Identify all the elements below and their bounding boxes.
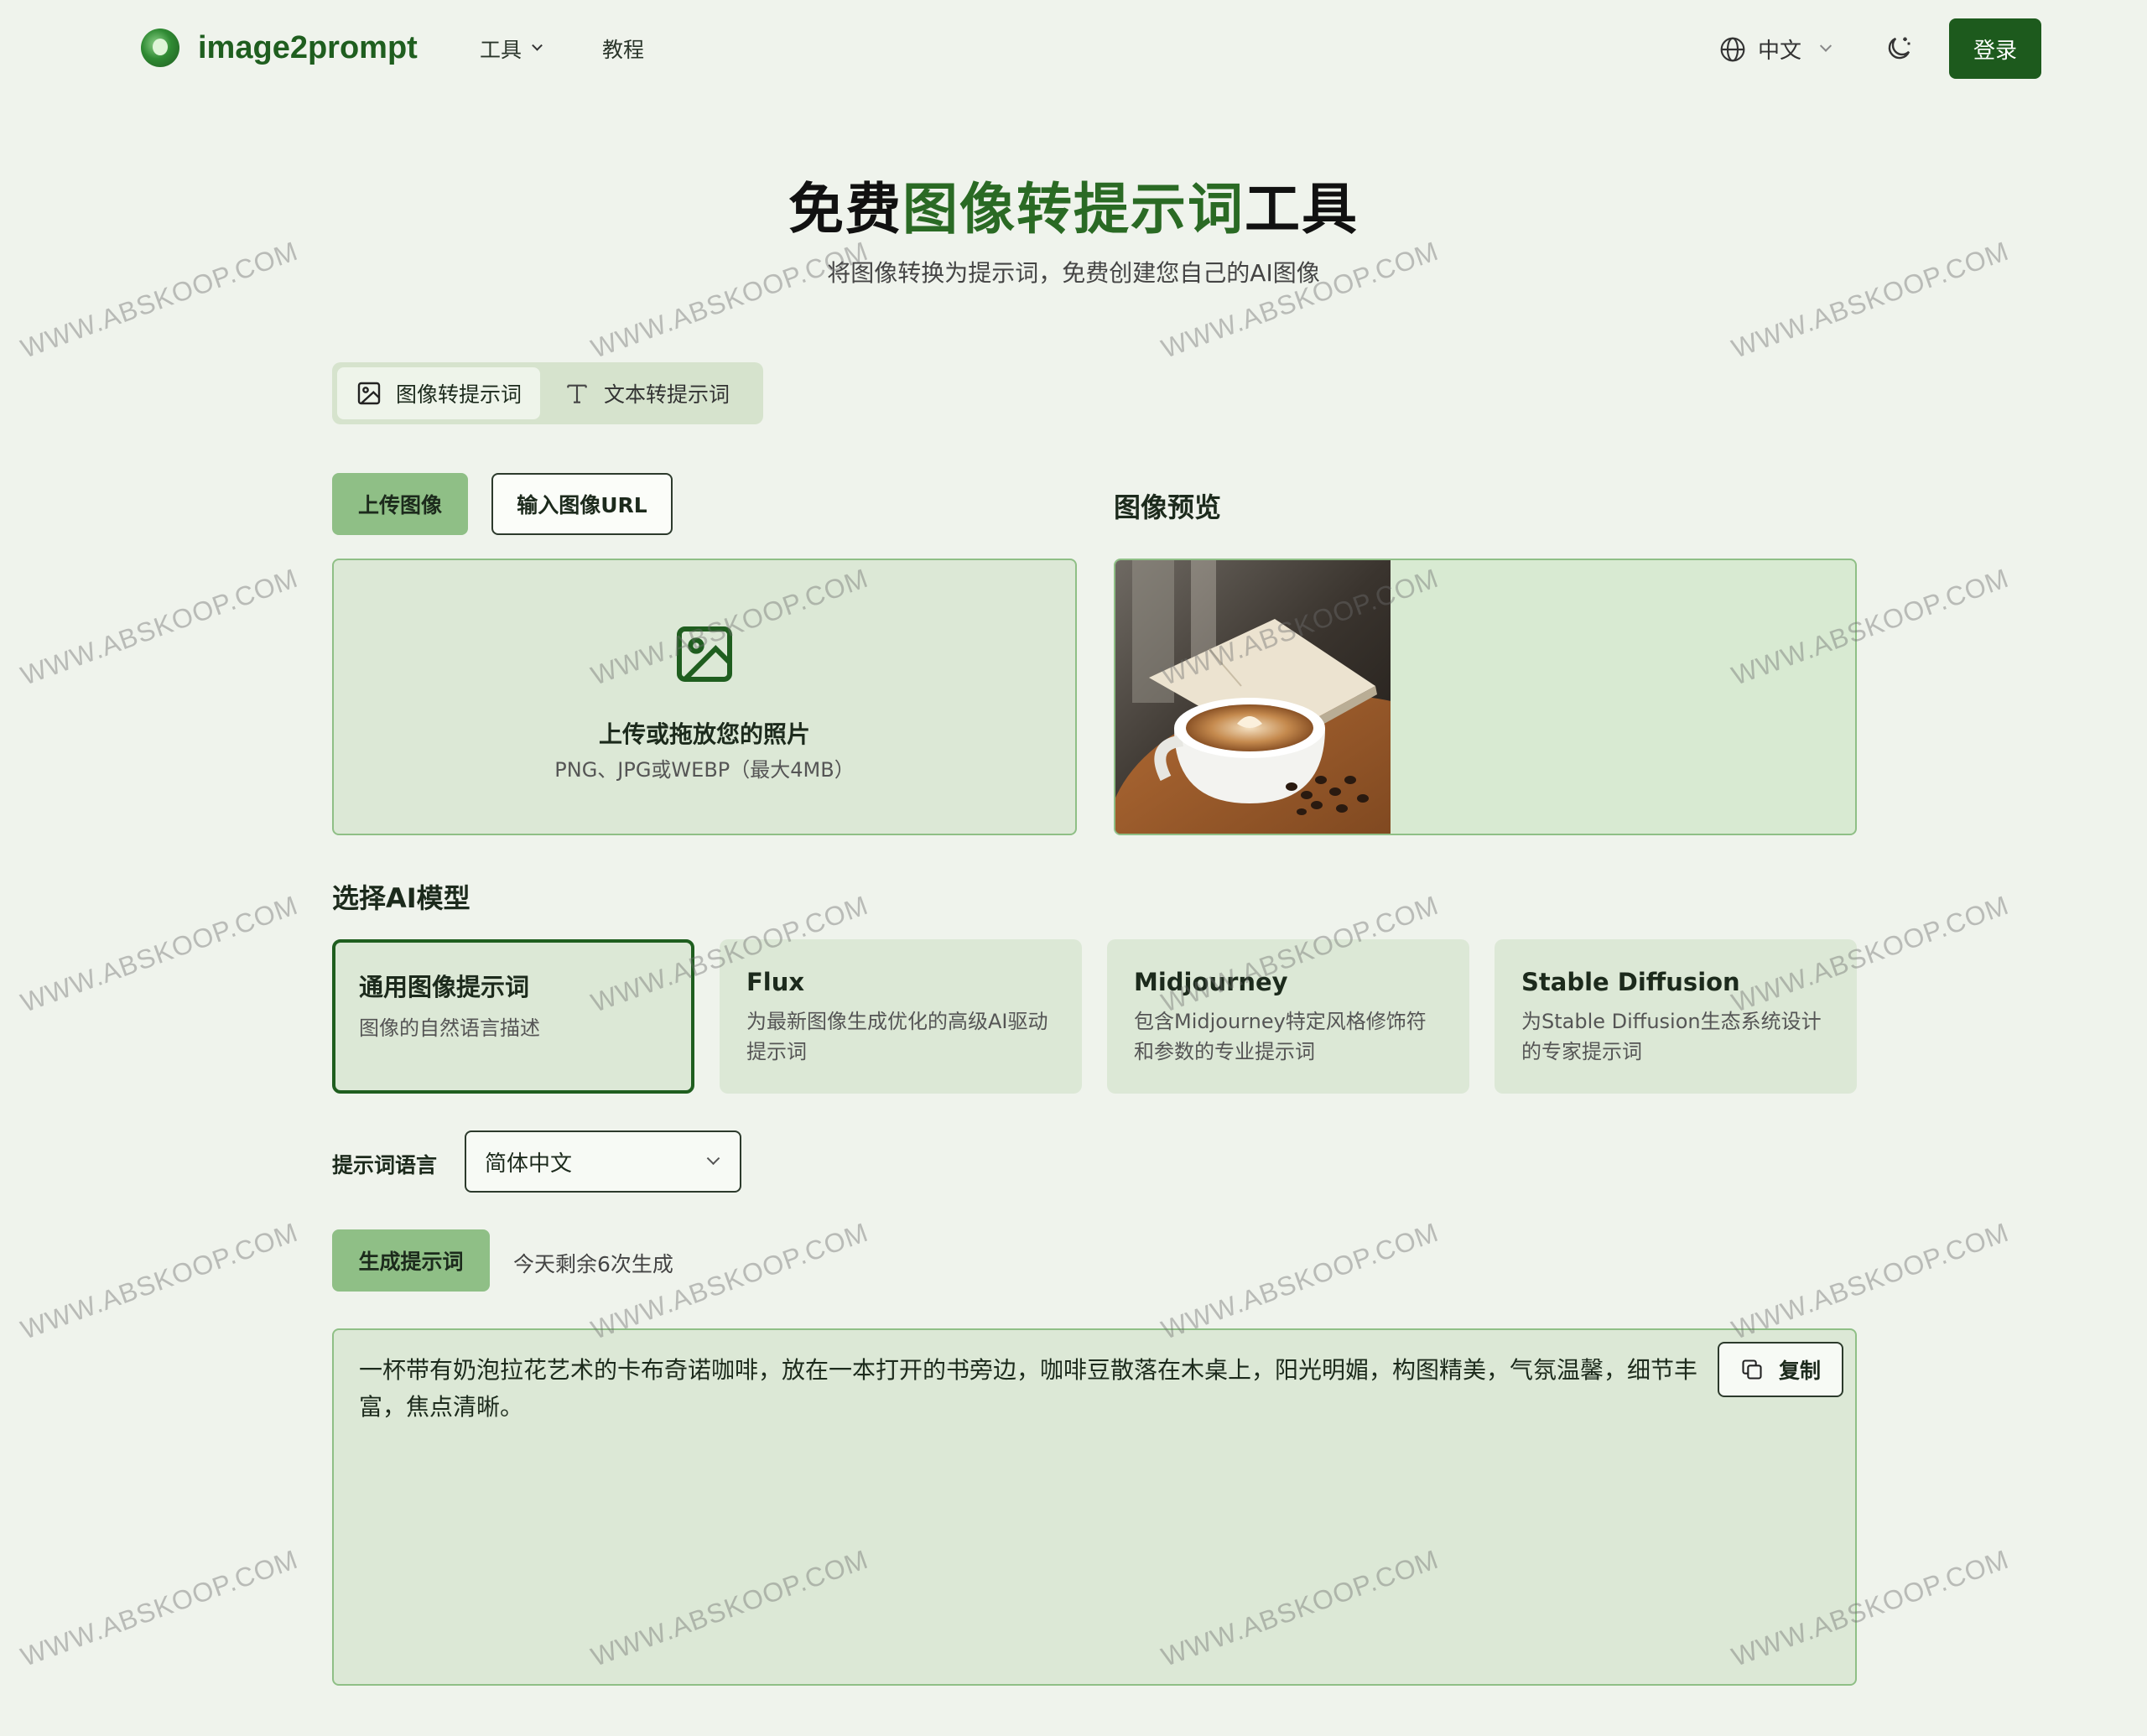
page-title: 免费图像转提示词工具 <box>0 164 2147 245</box>
chevron-down-icon <box>532 39 543 51</box>
preview-image <box>1115 560 1391 834</box>
image-upload-icon <box>677 626 732 682</box>
mode-tabs: 图像转提示词 文本转提示词 <box>332 362 763 424</box>
dropzone-title: 上传或拖放您的照片 <box>598 720 810 748</box>
tab-text-to-prompt[interactable]: 文本转提示词 <box>545 367 748 419</box>
watermark: WWW.ABSKOOP.COM <box>17 1216 302 1345</box>
prompt-language-label: 提示词语言 <box>332 1153 438 1177</box>
watermark: WWW.ABSKOOP.COM <box>587 1216 872 1345</box>
generate-prompt-button[interactable]: 生成提示词 <box>332 1229 490 1292</box>
dropzone-subtitle: PNG、JPG或WEBP（最大4MB） <box>554 758 855 782</box>
remaining-count: 今天剩余6次生成 <box>513 1252 673 1276</box>
model-card-title: Flux <box>746 968 805 996</box>
prompt-language-value: 简体中文 <box>485 1151 573 1177</box>
model-card-desc: 图像的自然语言描述 <box>359 1016 540 1040</box>
upload-dropzone[interactable]: 上传或拖放您的照片 PNG、JPG或WEBP（最大4MB） <box>332 559 1077 835</box>
watermark: WWW.ABSKOOP.COM <box>17 1543 302 1672</box>
upload-image-button[interactable]: 上传图像 <box>332 473 468 535</box>
model-card-flux[interactable]: Flux 为最新图像生成优化的高级AI驱动提示词 <box>720 939 1082 1094</box>
model-card-desc: 为最新图像生成优化的高级AI驱动提示词 <box>746 1010 1048 1063</box>
logo-icon <box>141 29 179 67</box>
model-card-title: Stable Diffusion <box>1521 968 1740 996</box>
title-prefix: 免费 <box>788 177 902 242</box>
copy-label: 复制 <box>1778 1359 1821 1383</box>
text-icon <box>567 384 587 403</box>
copy-icon <box>1742 1359 1762 1380</box>
page-subtitle: 将图像转换为提示词，免费创建您自己的AI图像 <box>827 259 1320 287</box>
preview-title: 图像预览 <box>1114 491 1222 523</box>
model-card-desc: 包含Midjourney特定风格修饰符和参数的专业提示词 <box>1134 1010 1427 1063</box>
model-card-stable-diffusion[interactable]: Stable Diffusion 为Stable Diffusion生态系统设计… <box>1495 939 1857 1094</box>
prompt-language-select[interactable]: 简体中文 <box>465 1130 741 1193</box>
login-button[interactable]: 登录 <box>1949 18 2041 79</box>
model-card-midjourney[interactable]: Midjourney 包含Midjourney特定风格修饰符和参数的专业提示词 <box>1107 939 1469 1094</box>
top-nav: image2prompt 工具 教程 中文 登录 <box>0 0 2147 97</box>
prompt-output[interactable]: 一杯带有奶泡拉花艺术的卡布奇诺咖啡，放在一本打开的书旁边，咖啡豆散落在木桌上，阳… <box>332 1328 1857 1686</box>
nav-tutorial-link[interactable]: 教程 <box>602 34 644 64</box>
language-label: 中文 <box>1758 39 1802 64</box>
tab-image-to-prompt[interactable]: 图像转提示词 <box>337 367 541 419</box>
watermark: WWW.ABSKOOP.COM <box>17 889 302 1018</box>
model-section-title: 选择AI模型 <box>332 882 470 914</box>
watermark: WWW.ABSKOOP.COM <box>1728 1216 2013 1345</box>
brand-name: image2prompt <box>198 29 418 65</box>
nav-tools-menu[interactable]: 工具 <box>480 34 543 64</box>
chevron-down-icon <box>1819 39 1832 52</box>
model-card-title: Midjourney <box>1134 968 1288 996</box>
model-card-title: 通用图像提示词 <box>359 973 530 1001</box>
title-suffix: 工具 <box>1245 177 1359 242</box>
watermark: WWW.ABSKOOP.COM <box>17 562 302 691</box>
nav-tools-label: 工具 <box>480 38 522 62</box>
watermark: WWW.ABSKOOP.COM <box>1157 1216 1443 1345</box>
copy-button[interactable]: 复制 <box>1718 1342 1843 1397</box>
prompt-output-text: 一杯带有奶泡拉花艺术的卡布奇诺咖啡，放在一本打开的书旁边，咖啡豆散落在木桌上，阳… <box>359 1356 1698 1421</box>
globe-icon <box>1720 37 1745 61</box>
language-switcher[interactable]: 中文 <box>1719 34 1832 65</box>
image-preview <box>1114 559 1857 835</box>
chevron-down-icon <box>706 1151 720 1165</box>
brand-logo[interactable]: image2prompt <box>141 29 418 67</box>
title-accent: 图像转提示词 <box>902 177 1245 242</box>
image-url-button[interactable]: 输入图像URL <box>491 473 673 535</box>
moon-icon[interactable] <box>1884 34 1914 64</box>
model-card-desc: 为Stable Diffusion生态系统设计的专家提示词 <box>1521 1010 1822 1063</box>
tab-text-label: 文本转提示词 <box>604 382 730 407</box>
tab-image-label: 图像转提示词 <box>396 382 522 407</box>
image-icon <box>357 382 381 405</box>
model-card-general[interactable]: 通用图像提示词 图像的自然语言描述 <box>332 939 694 1094</box>
